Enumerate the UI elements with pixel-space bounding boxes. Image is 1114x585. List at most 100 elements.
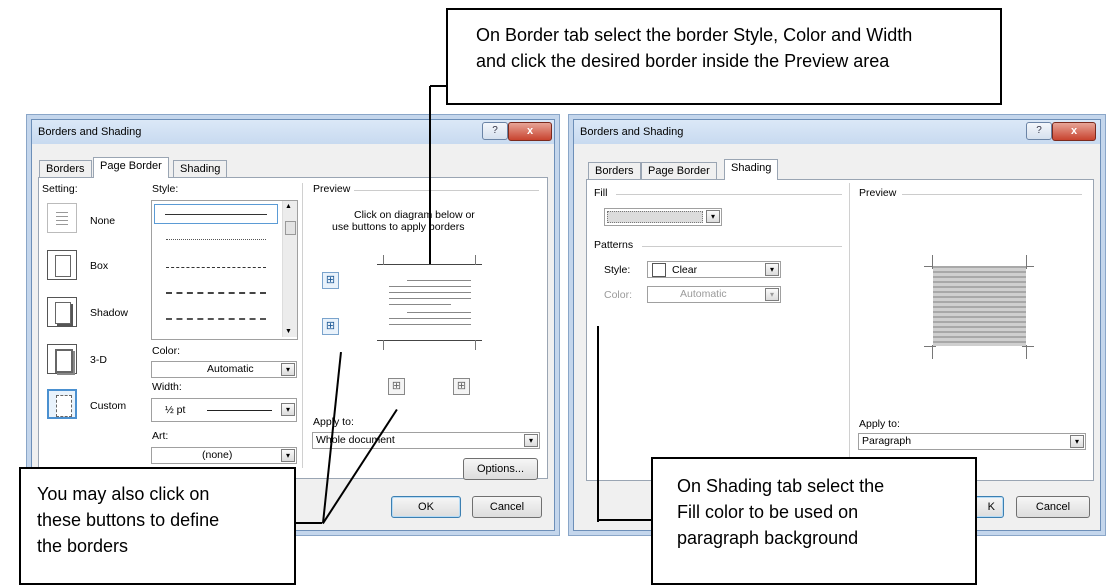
tab-page-border[interactable]: Page Border (641, 162, 717, 180)
right-border-button[interactable]: ⊞ (453, 378, 470, 395)
help-button[interactable]: ? (482, 122, 508, 140)
cancel-button[interactable]: Cancel (472, 496, 542, 518)
bottom-border-button[interactable]: ⊞ (322, 318, 339, 335)
preview-hint-2: use buttons to apply borders (332, 221, 465, 233)
setting-3d-label[interactable]: 3-D (90, 354, 107, 366)
fill-color-dropdown[interactable]: ▾ (604, 208, 722, 226)
width-dropdown[interactable]: ½ pt ▾ (151, 398, 297, 422)
preview-label: Preview (859, 187, 897, 199)
patterns-divider (642, 246, 842, 247)
art-dropdown[interactable]: (none) ▾ (151, 447, 297, 464)
tab-page-border[interactable]: Page Border (93, 157, 169, 178)
style-list[interactable]: ▲ ▼ (151, 200, 298, 340)
chevron-down-icon[interactable]: ▾ (706, 210, 720, 223)
tab-shading[interactable]: Shading (173, 160, 228, 178)
callout-text: On Border tab select the border Style, C… (476, 25, 913, 45)
style-item-dotted[interactable] (166, 239, 266, 240)
setting-3d-icon[interactable] (47, 344, 77, 374)
preview-divider (354, 190, 539, 191)
art-value: (none) (202, 449, 233, 461)
tab-borders[interactable]: Borders (588, 162, 641, 180)
left-border-button[interactable]: ⊞ (388, 378, 405, 395)
chevron-down-icon[interactable]: ▾ (281, 363, 295, 376)
chevron-down-icon[interactable]: ▾ (765, 263, 779, 276)
leader-line-top-vertical (429, 86, 431, 264)
pattern-color-value: Automatic (680, 288, 727, 300)
pattern-style-label: Style: (604, 264, 631, 276)
dialog-title: Borders and Shading (580, 126, 684, 138)
top-border-button[interactable]: ⊞ (322, 272, 339, 289)
setting-shadow-label[interactable]: Shadow (90, 307, 128, 319)
tab-borders[interactable]: Borders (39, 160, 92, 178)
chevron-down-icon[interactable]: ▾ (1070, 435, 1084, 448)
patterns-label: Patterns (594, 239, 634, 251)
width-value: ½ pt (165, 404, 186, 416)
callout-text: paragraph background (677, 528, 859, 548)
tab-shading[interactable]: Shading (724, 159, 779, 180)
dialog-title: Borders and Shading (38, 126, 142, 138)
callout-text: You may also click on (37, 484, 210, 504)
color-value: Automatic (207, 363, 254, 375)
cancel-button[interactable]: Cancel (1016, 496, 1090, 518)
help-button[interactable]: ? (1026, 122, 1052, 140)
title-bar: Borders and Shading ? x (574, 120, 1100, 144)
width-label: Width: (152, 381, 182, 393)
chevron-down-icon[interactable]: ▾ (281, 449, 295, 462)
preview-vsep (849, 183, 850, 473)
pattern-style-value: Clear (672, 264, 698, 276)
setting-box-icon[interactable] (47, 250, 77, 280)
chevron-down-icon[interactable]: ▾ (524, 434, 538, 447)
shading-preview (924, 255, 1034, 361)
apply-to-value: Paragraph (862, 435, 912, 447)
setting-label: Setting: (42, 183, 78, 195)
options-button[interactable]: Options... (463, 458, 538, 480)
apply-to-dropdown[interactable]: Whole document ▾ (312, 432, 540, 449)
setting-shadow-icon[interactable] (47, 297, 77, 327)
color-dropdown[interactable]: Automatic ▾ (151, 361, 297, 378)
style-item-fine-dash[interactable] (166, 267, 266, 268)
chevron-down-icon[interactable]: ▾ (765, 288, 779, 301)
callout-border-tab: On Border tab select the border Style, C… (446, 8, 1002, 105)
fill-label: Fill (594, 187, 608, 199)
preview-hint-1: Click on diagram below or (354, 209, 475, 221)
callout-text: these buttons to define (37, 510, 220, 530)
apply-to-value: Whole document (316, 434, 395, 446)
border-diagram[interactable] (377, 250, 482, 350)
leader-line-right-horizontal (598, 519, 652, 521)
tab-label: Page Border (100, 160, 162, 172)
leader-line-right-vertical (597, 326, 599, 522)
tab-label: Borders (595, 165, 634, 177)
callout-text: On Shading tab select the (677, 476, 885, 496)
preview-divider (902, 194, 1082, 195)
setting-none-icon[interactable] (47, 203, 77, 233)
style-item-dash-dot[interactable] (166, 318, 266, 320)
close-button[interactable]: x (508, 122, 552, 141)
tab-label: Shading (180, 163, 221, 175)
preview-vsep (302, 183, 303, 468)
style-list-scrollbar[interactable]: ▲ ▼ (282, 201, 297, 337)
setting-custom-icon[interactable] (47, 389, 77, 419)
ok-button[interactable]: OK (391, 496, 461, 518)
pattern-style-dropdown[interactable]: Clear ▾ (647, 261, 781, 278)
setting-custom-label[interactable]: Custom (90, 400, 126, 412)
color-label: Color: (152, 345, 181, 357)
chevron-down-icon[interactable]: ▾ (281, 403, 295, 416)
fill-swatch (607, 211, 703, 223)
apply-to-dropdown[interactable]: Paragraph ▾ (858, 433, 1086, 450)
shaded-block (933, 266, 1026, 346)
setting-box-label[interactable]: Box (90, 260, 108, 272)
tab-label: Page Border (648, 165, 710, 177)
pattern-color-label: Color: (604, 289, 633, 301)
title-bar: Borders and Shading ? x (32, 120, 554, 144)
callout-text: the borders (37, 536, 129, 556)
pattern-color-dropdown[interactable]: Automatic ▾ (647, 286, 781, 303)
pattern-swatch (652, 263, 666, 277)
leader-line-left-horizontal (296, 522, 322, 524)
tab-label: Shading (731, 162, 772, 174)
close-button[interactable]: x (1052, 122, 1096, 141)
preview-label: Preview (313, 183, 351, 195)
style-item-solid[interactable] (154, 204, 278, 224)
setting-none-label[interactable]: None (90, 215, 115, 227)
style-item-dash[interactable] (166, 292, 266, 294)
style-label: Style: (152, 183, 179, 195)
